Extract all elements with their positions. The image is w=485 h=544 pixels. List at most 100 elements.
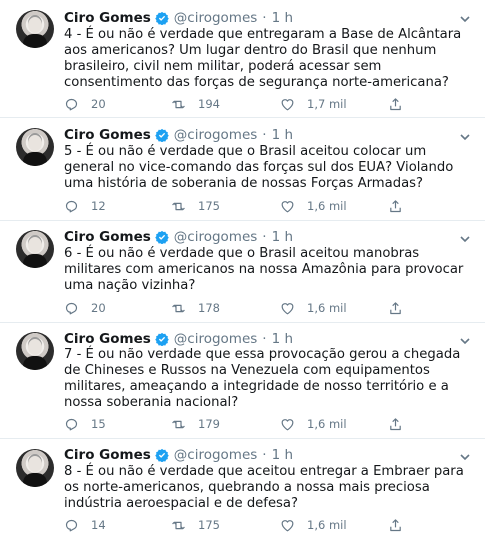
retweet-button[interactable]: 178 [171,300,220,316]
like-button[interactable]: 1,6 mil [280,198,347,214]
tweet-time[interactable]: 1 h [272,446,293,464]
verified-badge-icon [155,128,169,142]
retweet-icon [172,521,185,529]
author-handle[interactable]: @cirogomes [174,228,258,246]
tweet-text: 7 - É ou não verdade que essa provocação… [64,347,461,410]
chevron-down-icon[interactable] [458,334,472,348]
author-handle[interactable]: @cirogomes [174,330,258,348]
tweet-header: Ciro Gomes @cirogomes · 1 h [64,126,293,144]
reply-count: 20 [91,301,106,315]
reply-icon [65,200,78,212]
like-icon [281,519,294,531]
tweet-time[interactable]: 1 h [272,126,293,144]
share-icon [390,417,401,430]
like-count: 1,6 mil [307,199,347,213]
share-icon [390,518,401,531]
share-icon [390,97,401,110]
tweet-text: 4 - É ou não é verdade que entregaram a … [64,27,462,90]
like-button[interactable]: 1,7 mil [280,96,347,112]
share-button[interactable] [388,300,415,316]
share-button[interactable] [388,517,415,533]
verified-badge-icon [155,332,169,346]
share-button[interactable] [388,96,415,112]
retweet-icon [172,202,185,210]
like-button[interactable]: 1,6 mil [280,300,347,316]
author-name[interactable]: Ciro Gomes [64,228,151,246]
tweet-header: Ciro Gomes @cirogomes · 1 h [64,330,293,348]
reply-button[interactable]: 20 [64,96,106,112]
author-handle[interactable]: @cirogomes [174,126,258,144]
tweet-5[interactable]: Ciro Gomes @cirogomes · 1 h 8 - É ou não… [0,439,485,544]
separator-dot: · [262,127,267,143]
tweet-time[interactable]: 1 h [272,9,293,27]
tweet-text: 6 - É ou não é verdade que o Brasil acei… [64,246,464,293]
reply-icon [65,302,78,314]
avatar[interactable] [16,128,54,166]
tweet-text: 5 - É ou não é verdade que o Brasil acei… [64,144,454,191]
like-count: 1,6 mil [307,518,347,532]
tweet-3[interactable]: Ciro Gomes @cirogomes · 1 h 6 - É ou não… [0,221,485,322]
tweet-header: Ciro Gomes @cirogomes · 1 h [64,9,293,27]
reply-button[interactable]: 15 [64,416,106,432]
like-button[interactable]: 1,6 mil [280,517,347,533]
retweet-count: 175 [198,518,220,532]
reply-count: 20 [91,97,106,111]
separator-dot: · [262,10,267,26]
like-count: 1,6 mil [307,417,347,431]
chevron-down-icon[interactable] [458,232,472,246]
retweet-count: 194 [198,97,220,111]
like-count: 1,7 mil [307,97,347,111]
author-handle[interactable]: @cirogomes [174,9,258,27]
like-icon [281,98,294,110]
tweet-text: 8 - É ou não é verdade que aceitou entre… [64,464,464,511]
separator-dot: · [262,447,267,463]
share-button[interactable] [388,416,415,432]
retweet-icon [172,420,185,428]
author-name[interactable]: Ciro Gomes [64,9,151,27]
author-name[interactable]: Ciro Gomes [64,330,151,348]
reply-count: 14 [91,518,106,532]
like-button[interactable]: 1,6 mil [280,416,347,432]
author-name[interactable]: Ciro Gomes [64,446,151,464]
avatar[interactable] [16,332,54,370]
retweet-button[interactable]: 194 [171,96,220,112]
share-button[interactable] [388,198,415,214]
verified-badge-icon [155,11,169,25]
reply-icon [65,98,78,110]
reply-count: 12 [91,199,106,213]
retweet-icon [172,304,185,312]
retweet-button[interactable]: 175 [171,198,220,214]
tweet-4[interactable]: Ciro Gomes @cirogomes · 1 h 7 - É ou não… [0,323,485,438]
reply-icon [65,418,78,430]
retweet-button[interactable]: 179 [171,416,220,432]
tweet-time[interactable]: 1 h [272,330,293,348]
chevron-down-icon[interactable] [458,450,472,464]
tweet-time[interactable]: 1 h [272,228,293,246]
avatar[interactable] [16,10,54,48]
avatar[interactable] [16,230,54,268]
verified-badge-icon [155,448,169,462]
reply-button[interactable]: 20 [64,300,106,316]
share-icon [390,199,401,212]
author-name[interactable]: Ciro Gomes [64,126,151,144]
chevron-down-icon[interactable] [458,130,472,144]
tweet-header: Ciro Gomes @cirogomes · 1 h [64,446,293,464]
chevron-down-icon[interactable] [458,12,472,26]
separator-dot: · [262,229,267,245]
separator-dot: · [262,331,267,347]
retweet-icon [172,100,185,108]
like-icon [281,200,294,212]
avatar[interactable] [16,449,54,487]
like-icon [281,418,294,430]
reply-icon [65,519,78,531]
tweet-2[interactable]: Ciro Gomes @cirogomes · 1 h 5 - É ou não… [0,118,485,220]
retweet-count: 178 [198,301,220,315]
author-handle[interactable]: @cirogomes [174,446,258,464]
retweet-count: 175 [198,199,220,213]
share-icon [390,301,401,314]
retweet-count: 179 [198,417,220,431]
retweet-button[interactable]: 175 [171,517,220,533]
reply-button[interactable]: 14 [64,517,106,533]
tweet-1[interactable]: Ciro Gomes @cirogomes · 1 h 4 - É ou não… [0,0,485,117]
reply-button[interactable]: 12 [64,198,106,214]
